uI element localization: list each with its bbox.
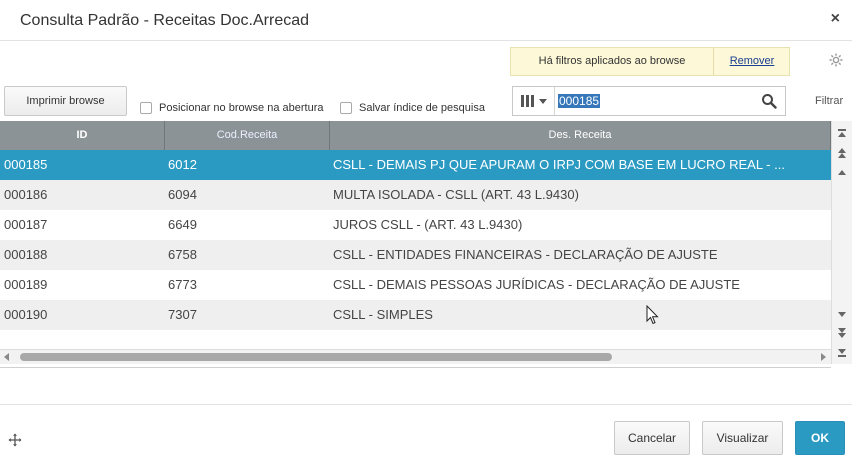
table-row[interactable]: 000185 6012 CSLL - DEMAIS PJ QUE APURAM … — [0, 150, 831, 180]
table-row[interactable]: 000186 6094 MULTA ISOLADA - CSLL (ART. 4… — [0, 180, 831, 210]
cell-id: 000186 — [4, 187, 48, 202]
scroll-up-icon[interactable] — [836, 166, 848, 178]
vertical-scrollbar[interactable] — [831, 121, 852, 364]
mouse-pointer-icon — [646, 305, 659, 325]
cell-des-receita: CSLL - DEMAIS PESSOAS JURÍDICAS - DECLAR… — [333, 277, 740, 292]
cell-id: 000188 — [4, 247, 48, 262]
table-row[interactable]: 000190 7307 CSLL - SIMPLES — [0, 300, 831, 330]
column-header-cod-receita[interactable]: Cod.Receita — [165, 121, 330, 150]
title-bar: Consulta Padrão - Receitas Doc.Arrecad × — [0, 0, 852, 41]
grid-rows: 000185 6012 CSLL - DEMAIS PJ QUE APURAM … — [0, 150, 831, 330]
scroll-last-icon[interactable] — [836, 347, 848, 359]
horizontal-scrollbar[interactable] — [0, 349, 831, 364]
grid-header: ID Cod.Receita Des. Receita — [0, 121, 831, 150]
cell-des-receita: MULTA ISOLADA - CSLL (ART. 43 L.9430) — [333, 187, 579, 202]
save-index-checkbox[interactable]: Salvar índice de pesquisa — [340, 101, 485, 115]
checkbox-box[interactable] — [340, 102, 352, 114]
filter-banner: Há filtros aplicados ao browse Remover — [510, 47, 790, 76]
filter-message: Há filtros aplicados ao browse — [511, 48, 714, 75]
print-browse-button[interactable]: Imprimir browse — [4, 86, 127, 116]
cell-id: 000189 — [4, 277, 48, 292]
position-on-open-label: Posicionar no browse na abertura — [159, 102, 324, 114]
cell-id: 000190 — [4, 307, 48, 322]
move-icon[interactable] — [8, 433, 22, 447]
column-selector-icon[interactable] — [513, 87, 555, 115]
scroll-first-icon[interactable] — [836, 127, 848, 139]
scroll-left-icon[interactable] — [4, 353, 9, 361]
view-button[interactable]: Visualizar — [702, 421, 783, 455]
cell-cod-receita: 6773 — [168, 277, 197, 292]
filter-button[interactable]: Filtrar — [815, 95, 843, 107]
window-title: Consulta Padrão - Receitas Doc.Arrecad — [20, 12, 310, 29]
search-box: 000185 — [512, 86, 786, 116]
page-up-icon[interactable] — [836, 147, 848, 159]
horizontal-scroll-thumb[interactable] — [20, 353, 612, 361]
search-input-value[interactable]: 000185 — [558, 94, 601, 108]
search-input[interactable]: 000185 — [558, 94, 601, 108]
position-on-open-checkbox[interactable]: Posicionar no browse na abertura — [140, 101, 323, 115]
table-row[interactable]: 000187 6649 JUROS CSLL - (ART. 43 L.9430… — [0, 210, 831, 240]
cell-cod-receita: 6649 — [168, 217, 197, 232]
cell-id: 000185 — [4, 157, 48, 172]
scroll-down-icon[interactable] — [836, 308, 848, 320]
table-row[interactable]: 000189 6773 CSLL - DEMAIS PESSOAS JURÍDI… — [0, 270, 831, 300]
scroll-right-icon[interactable] — [821, 353, 826, 361]
ok-button[interactable]: OK — [795, 421, 845, 455]
cell-cod-receita: 6012 — [168, 157, 197, 172]
cell-cod-receita: 6758 — [168, 247, 197, 262]
cell-cod-receita: 7307 — [168, 307, 197, 322]
cell-cod-receita: 6094 — [168, 187, 197, 202]
table-row[interactable]: 000188 6758 CSLL - ENTIDADES FINANCEIRAS… — [0, 240, 831, 270]
results-grid: ID Cod.Receita Des. Receita 000185 6012 … — [0, 121, 831, 368]
cell-des-receita: CSLL - DEMAIS PJ QUE APURAM O IRPJ COM B… — [333, 157, 785, 172]
page-down-icon[interactable] — [836, 327, 848, 339]
remove-filter-link[interactable]: Remover — [715, 48, 789, 75]
cancel-button[interactable]: Cancelar — [614, 421, 690, 455]
cell-id: 000187 — [4, 217, 48, 232]
column-header-des-receita[interactable]: Des. Receita — [330, 121, 831, 150]
checkbox-box[interactable] — [140, 102, 152, 114]
settings-gear-icon[interactable] — [828, 52, 844, 68]
cell-des-receita: JUROS CSLL - (ART. 43 L.9430) — [333, 217, 523, 232]
chevron-down-icon — [538, 98, 547, 104]
close-icon[interactable]: × — [831, 10, 840, 28]
cell-des-receita: CSLL - ENTIDADES FINANCEIRAS - DECLARAÇÃ… — [333, 247, 718, 262]
save-index-label: Salvar índice de pesquisa — [359, 102, 485, 114]
column-header-id[interactable]: ID — [0, 121, 165, 150]
cell-des-receita: CSLL - SIMPLES — [333, 307, 433, 322]
dialog-footer: Cancelar Visualizar OK — [0, 404, 852, 467]
search-icon[interactable] — [761, 93, 777, 109]
